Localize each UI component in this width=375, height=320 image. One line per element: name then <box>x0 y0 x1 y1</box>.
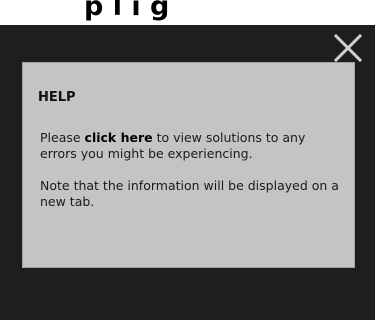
help-body: Please click here to view solutions to a… <box>40 130 340 226</box>
background-page-fragment: p l i g <box>0 0 375 25</box>
help-instructions-prefix: Please <box>40 130 85 145</box>
background-heading-fragment: p l i g <box>84 0 170 22</box>
click-here-link[interactable]: click here <box>85 130 153 145</box>
close-button[interactable] <box>331 31 365 65</box>
help-panel: HELP Please click here to view solutions… <box>22 62 355 268</box>
help-instructions: Please click here to view solutions to a… <box>40 130 340 162</box>
help-title: HELP <box>38 90 76 105</box>
help-note: Note that the information will be displa… <box>40 178 339 209</box>
close-icon <box>333 33 363 63</box>
